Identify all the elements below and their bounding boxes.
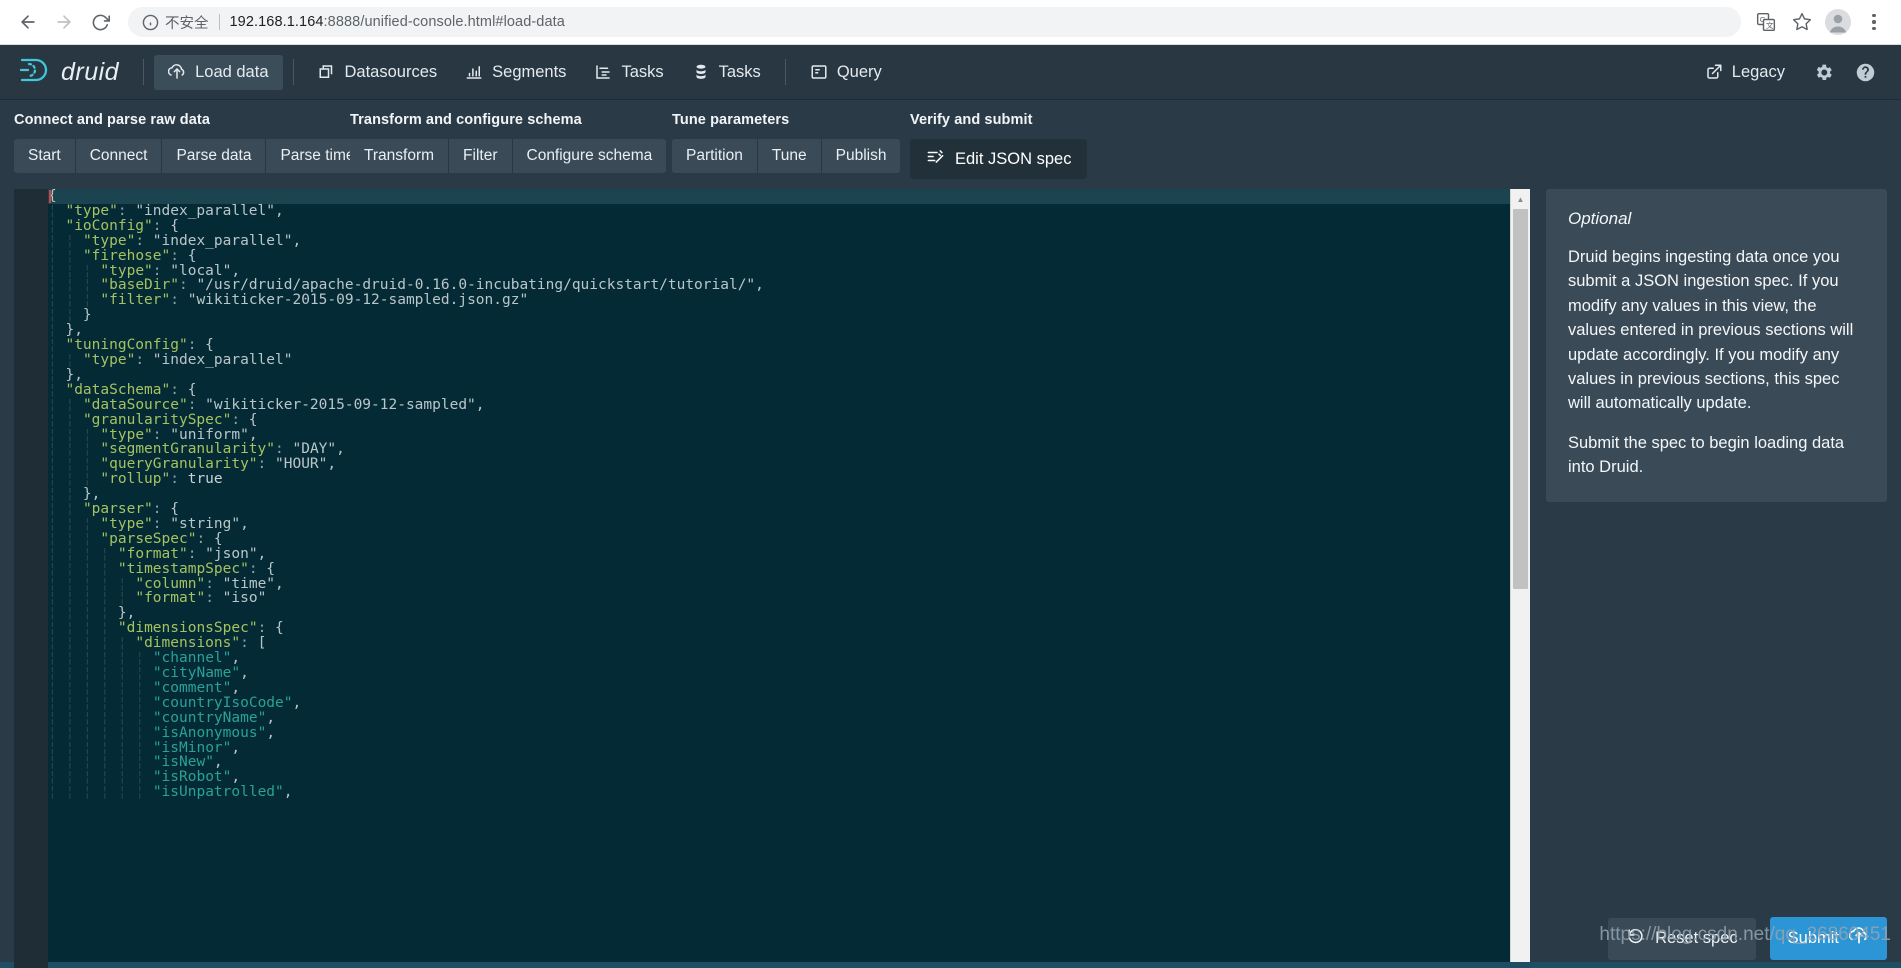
scrollbar-thumb[interactable] xyxy=(1513,209,1528,589)
json-spec-content[interactable]: {¦ "type": "index_parallel", ¦ "ioConfig"… xyxy=(14,189,1510,800)
nav-label-servers: Tasks xyxy=(718,62,761,81)
brand-logo[interactable]: druid xyxy=(18,54,133,91)
nav-item-tasks[interactable]: Tasks xyxy=(580,55,677,90)
address-bar[interactable]: 不安全 192.168.1.164:8888/unified-console.h… xyxy=(128,7,1741,37)
bar-chart-icon xyxy=(465,63,483,81)
app-header: druid Load data Datasources Segments Tas… xyxy=(0,45,1901,100)
json-spec-editor[interactable]: {¦ "type": "index_parallel", ¦ "ioConfig"… xyxy=(14,189,1530,968)
external-link-icon xyxy=(1705,63,1723,81)
step-button-start[interactable]: Start xyxy=(14,139,76,173)
layers-icon xyxy=(318,63,336,81)
help-circle-icon[interactable] xyxy=(1847,54,1883,90)
upload-cloud-icon xyxy=(1848,926,1869,951)
reset-spec-label: Reset spec xyxy=(1655,929,1738,947)
step-buttons-connect: Start Connect Parse data Parse time xyxy=(14,139,369,173)
info-circle-icon[interactable] xyxy=(142,14,159,31)
browser-toolbar: 不安全 192.168.1.164:8888/unified-console.h… xyxy=(0,0,1901,45)
nav-label-segments: Segments xyxy=(492,62,567,81)
editor-gutter xyxy=(14,189,48,968)
step-button-parse-data[interactable]: Parse data xyxy=(162,139,267,173)
step-group-title-connect: Connect and parse raw data xyxy=(14,112,210,128)
step-button-connect[interactable]: Connect xyxy=(75,139,163,173)
nav-text-query: Query xyxy=(836,62,882,81)
back-button[interactable] xyxy=(10,4,46,40)
translate-icon[interactable]: G文 xyxy=(1749,5,1783,39)
gear-icon[interactable] xyxy=(1805,54,1841,90)
database-icon xyxy=(692,63,710,81)
bottom-strip xyxy=(0,962,1901,968)
side-panel: Optional Druid begins ingesting data onc… xyxy=(1530,189,1887,968)
step-group-transform: Transform and configure schema Transform… xyxy=(350,112,667,173)
code-area[interactable]: {¦ "type": "index_parallel", ¦ "ioConfig"… xyxy=(14,189,1510,968)
nav-item-datasources[interactable]: Datasources xyxy=(304,55,452,90)
forward-button[interactable] xyxy=(46,4,82,40)
edit-json-spec-button[interactable]: Edit JSON spec xyxy=(910,139,1088,179)
druid-logo-icon xyxy=(18,54,52,91)
gantt-icon xyxy=(594,63,612,81)
step-group-title-transform: Transform and configure schema xyxy=(350,112,582,128)
avatar-icon[interactable] xyxy=(1821,5,1855,39)
step-button-partition[interactable]: Partition xyxy=(672,139,758,173)
step-button-transform[interactable]: Transform xyxy=(350,139,450,173)
nav-label-load-data: Load data xyxy=(195,62,269,81)
step-button-tune[interactable]: Tune xyxy=(757,139,822,173)
nav-label-datasources: Datasources xyxy=(344,62,438,81)
nav-item-servers[interactable]: Tasks xyxy=(678,55,775,90)
nav-divider-2 xyxy=(784,59,786,85)
reload-button[interactable] xyxy=(82,4,118,40)
info-paragraph-1: Druid begins ingesting data once you sub… xyxy=(1568,248,1854,413)
kebab-menu-icon[interactable] xyxy=(1857,5,1891,39)
step-group-title-verify: Verify and submit xyxy=(910,112,1033,128)
step-group-verify: Verify and submit Edit JSON spec xyxy=(910,112,1088,179)
header-divider xyxy=(143,59,145,85)
step-buttons-tune: Partition Tune Publish xyxy=(672,139,901,173)
nav-item-load-data[interactable]: Load data xyxy=(154,54,283,90)
main-content: {¦ "type": "index_parallel", ¦ "ioConfig"… xyxy=(0,189,1901,968)
nav-item-query[interactable]: Query Query Query Query Query xyxy=(796,55,896,90)
nav-divider-1 xyxy=(292,59,294,85)
reset-spec-button[interactable]: Reset spec xyxy=(1608,917,1756,960)
svg-text:文: 文 xyxy=(1766,20,1774,30)
upload-cloud-icon xyxy=(168,63,186,81)
legacy-button[interactable]: Legacy xyxy=(1691,55,1799,90)
step-button-filter[interactable]: Filter xyxy=(449,139,513,173)
url-text: 192.168.1.164:8888/unified-console.html#… xyxy=(230,14,565,30)
step-group-connect: Connect and parse raw data Start Connect… xyxy=(14,112,369,173)
info-paragraph-2: Submit the spec to begin loading data in… xyxy=(1568,433,1845,477)
brand-name: druid xyxy=(61,57,120,86)
step-button-publish[interactable]: Publish xyxy=(821,139,901,173)
nav-label-tasks: Tasks xyxy=(621,62,664,81)
step-button-configure-schema[interactable]: Configure schema xyxy=(512,139,667,173)
star-icon[interactable] xyxy=(1785,5,1819,39)
text-cursor xyxy=(49,190,51,203)
footer-actions: Reset spec Submit xyxy=(1608,917,1887,960)
legacy-label: Legacy xyxy=(1731,62,1785,81)
info-card-title: Optional xyxy=(1568,209,1632,228)
step-buttons-transform: Transform Filter Configure schema xyxy=(350,139,667,173)
scroll-up-arrow-icon[interactable]: ▲ xyxy=(1511,189,1530,209)
omnibox-divider xyxy=(218,14,220,30)
main-nav: Load data Datasources Segments Tasks Tas… xyxy=(154,54,896,90)
security-label: 不安全 xyxy=(165,15,209,32)
undo-icon xyxy=(1626,927,1645,951)
step-navigation: Connect and parse raw data Start Connect… xyxy=(0,100,1901,189)
magic-wand-icon xyxy=(926,147,945,171)
info-card: Optional Druid begins ingesting data onc… xyxy=(1546,189,1887,502)
step-group-tune: Tune parameters Partition Tune Publish xyxy=(672,112,901,173)
header-actions: Legacy xyxy=(1691,54,1883,90)
edit-json-spec-label: Edit JSON spec xyxy=(955,149,1072,168)
url-path: :8888/unified-console.html#load-data xyxy=(323,14,565,30)
editor-scrollbar[interactable]: ▲ ▼ xyxy=(1510,189,1530,968)
browser-actions: G文 xyxy=(1749,5,1891,39)
step-group-title-tune: Tune parameters xyxy=(672,112,790,128)
scrollbar-track[interactable] xyxy=(1511,209,1530,964)
nav-item-segments[interactable]: Segments xyxy=(451,55,580,90)
submit-button[interactable]: Submit xyxy=(1769,917,1887,960)
submit-label: Submit xyxy=(1787,929,1839,947)
console-icon xyxy=(810,63,828,81)
url-host: 192.168.1.164 xyxy=(229,14,324,30)
